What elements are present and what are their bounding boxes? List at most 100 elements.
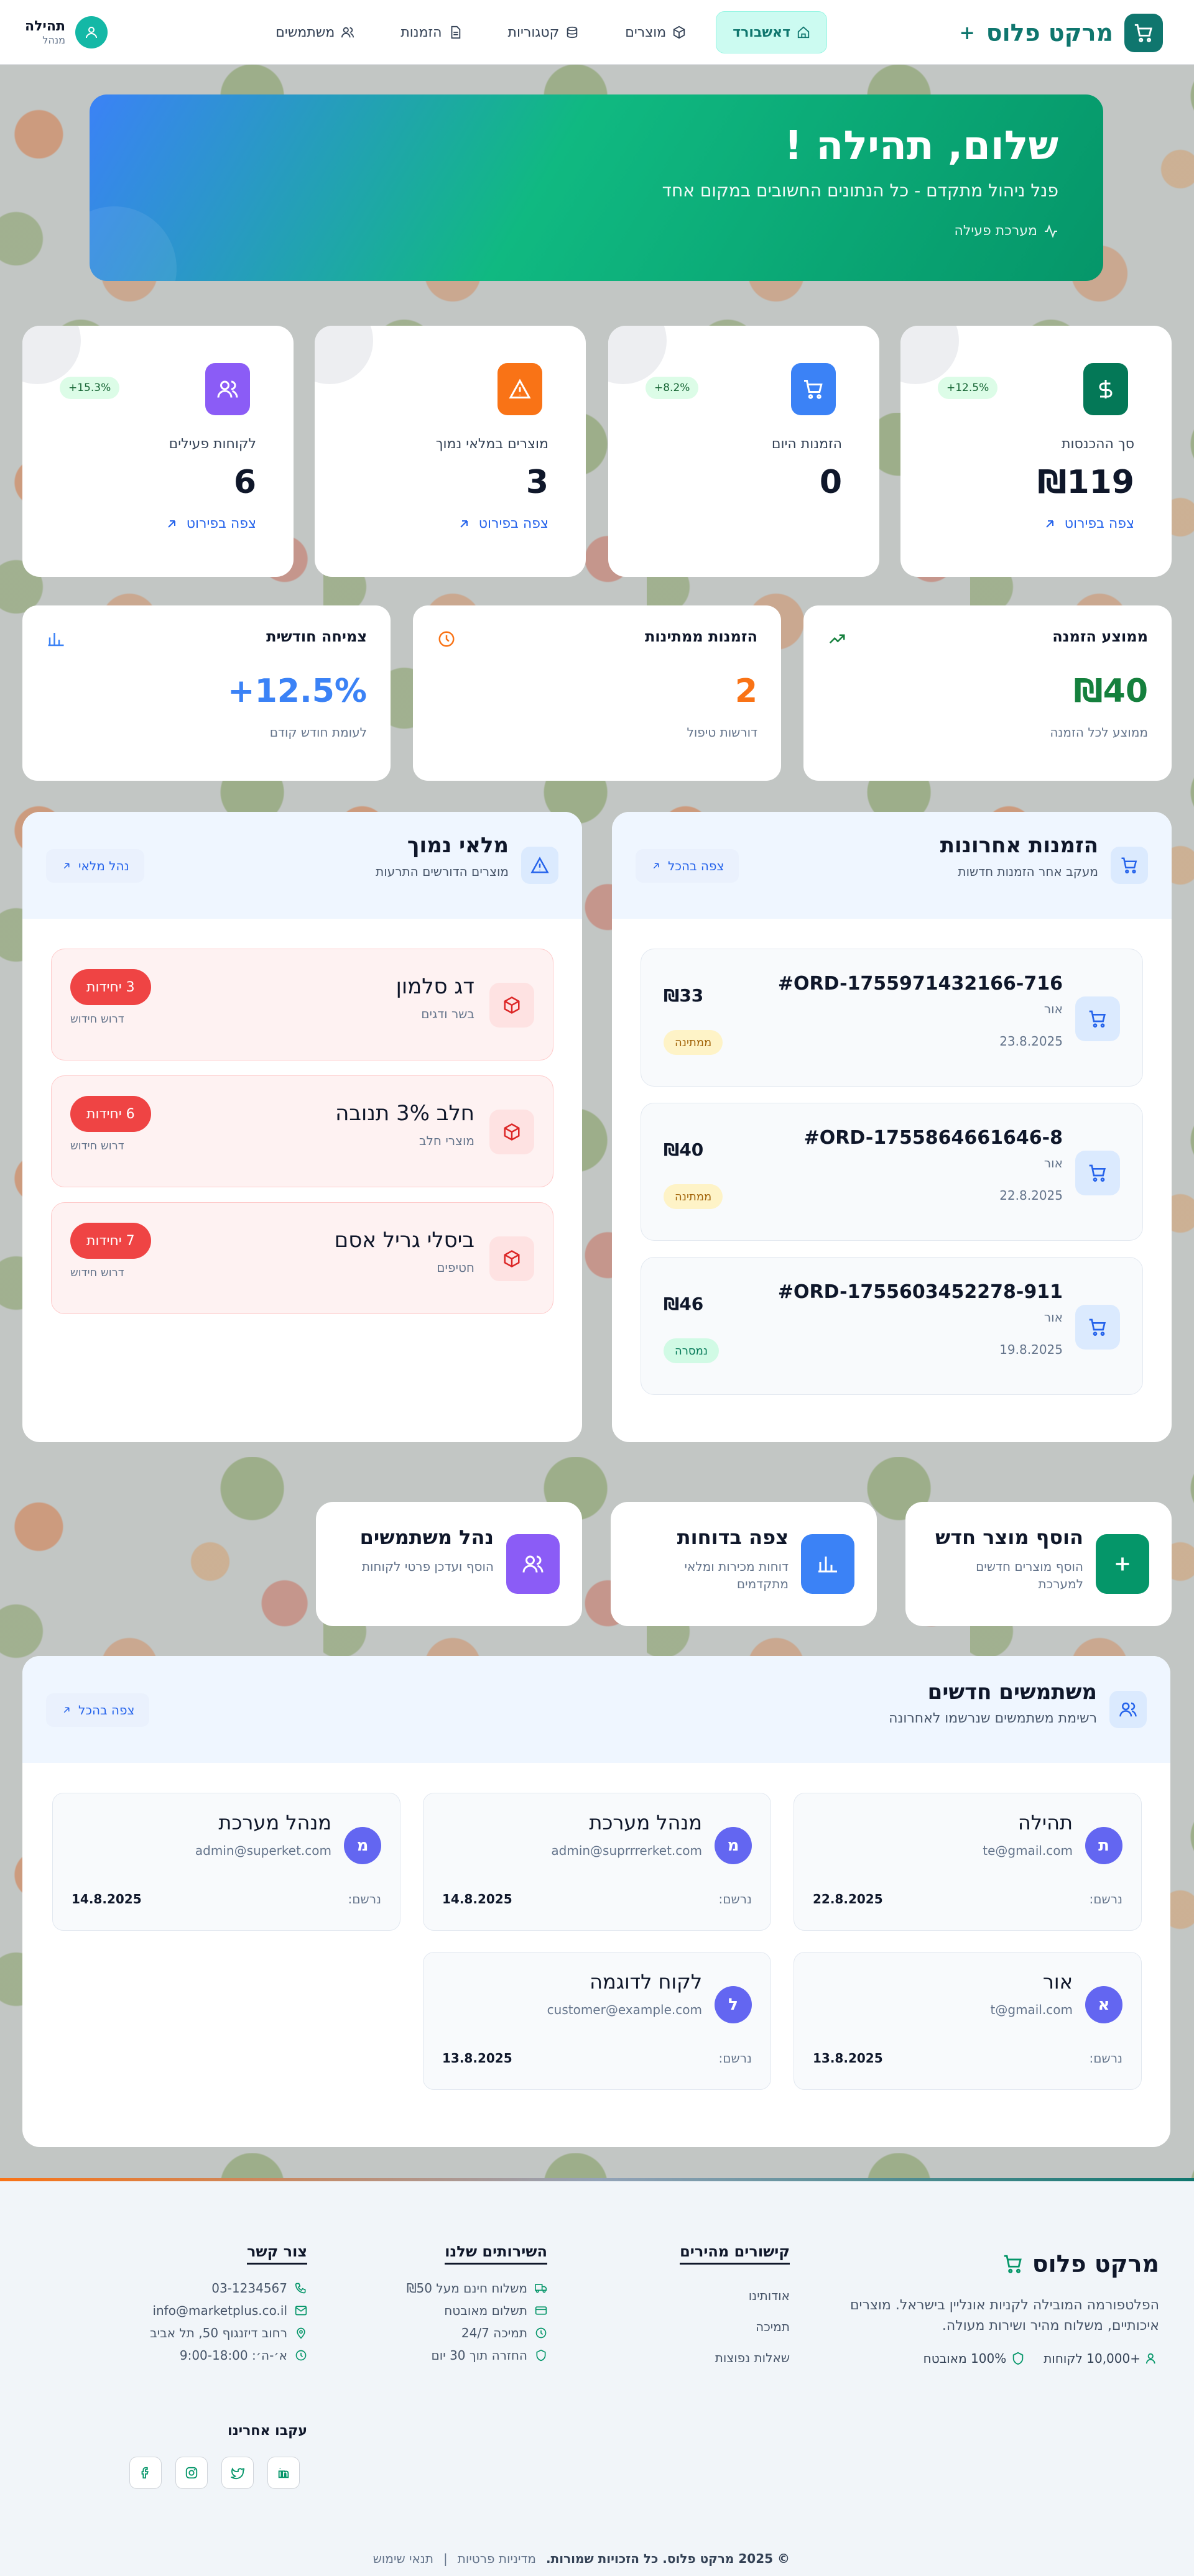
- low-stock-item[interactable]: חלב 3% תנובה מוצרי חלב 6 יחידות דרוש חיד…: [51, 1075, 553, 1187]
- trend-up-icon: [826, 628, 848, 650]
- low-stock-item[interactable]: ביסלי גריל אסם חטיפים 7 יחידות דרוש חידו…: [51, 1202, 553, 1314]
- bar-chart-icon: [801, 1534, 854, 1594]
- view-details-link[interactable]: צפה בפירוט: [456, 516, 548, 531]
- contact-phone[interactable]: 03-1234567: [150, 2281, 307, 2296]
- view-details-link[interactable]: צפה בפירוט: [164, 516, 256, 531]
- service-text: תשלום מאובטח: [444, 2303, 527, 2318]
- activity-icon: [1045, 224, 1057, 238]
- terms-link[interactable]: תנאי שימוש: [373, 2551, 433, 2566]
- panel-title: הזמנות אחרונות: [940, 833, 1098, 858]
- arrow-up-left-icon: [653, 863, 659, 869]
- secure-text: 100% מאובטח: [923, 2351, 1007, 2366]
- linkedin-icon[interactable]: [267, 2457, 300, 2489]
- card-subtitle: ממוצע לכל הזמנה: [1050, 725, 1148, 740]
- nav-categories[interactable]: קטגוריות: [492, 11, 596, 53]
- manage-users-action[interactable]: נהל משתמשים הוסף ועדכן פרטי לקוחות: [316, 1502, 582, 1626]
- view-details-link[interactable]: צפה בפירוט: [1042, 516, 1134, 531]
- nav-dashboard[interactable]: דאשבורד: [716, 11, 827, 53]
- footer-accent-line: [0, 2178, 1194, 2181]
- panel-header: [22, 1656, 1170, 1763]
- registered-date: 14.8.2025: [72, 1892, 142, 1907]
- contact-email[interactable]: info@marketplus.co.il: [150, 2303, 307, 2318]
- facebook-icon[interactable]: [129, 2457, 162, 2489]
- instagram-icon[interactable]: [175, 2457, 208, 2489]
- service-item: משלוח חינם מעל ₪50: [407, 2281, 547, 2296]
- footer-services: השירותים שלנו משלוח חינם מעל ₪50 תשלום מ…: [407, 2243, 547, 2370]
- footer-link[interactable]: תמיכה: [680, 2319, 790, 2334]
- growth-badge: +12.5%: [938, 377, 998, 399]
- map-pin-icon: [297, 2327, 305, 2339]
- service-text: משלוח חינם מעל ₪50: [406, 2281, 527, 2296]
- order-amount: ₪33: [664, 985, 704, 1006]
- nav-products[interactable]: מוצרים: [609, 11, 702, 53]
- footer-link[interactable]: שאלות נפוצות: [680, 2350, 790, 2365]
- user-role: מנהל: [42, 34, 66, 46]
- registered-date: 13.8.2025: [442, 2051, 512, 2066]
- user-name: לקוח לדוגמה: [590, 1970, 702, 1994]
- user-name: אור: [1042, 1970, 1073, 1994]
- panel-title: מלאי נמוך: [407, 833, 509, 858]
- stat-card-orders-today: +8.2% הזמנות היום 0: [608, 326, 879, 577]
- user-card[interactable]: מ מנהל מערכת admin@superket.com נרשם: 14…: [52, 1793, 400, 1931]
- welcome-subtitle: פנל ניהול מתקדם - כל הנתונים החשובים במק…: [662, 180, 1058, 201]
- brand-plus: +: [959, 22, 975, 44]
- bar-chart-icon: [45, 628, 67, 650]
- user-avatar: מ: [715, 1827, 752, 1864]
- brand-name: מרקט פלוס: [986, 19, 1113, 47]
- manage-stock-button[interactable]: נהל מלאי: [46, 849, 144, 883]
- stat-label: מוצרים במלאי נמוך: [435, 436, 548, 452]
- secure-stat: 100% מאובטח: [923, 2351, 1025, 2366]
- user-avatar: ל: [715, 1986, 752, 2023]
- separator: |: [443, 2551, 448, 2566]
- panel-subtitle: מוצרים הדורשים התרעות: [376, 864, 509, 879]
- order-row[interactable]: #ORD-1755971432166-716 אור 23.8.2025 ₪33…: [641, 949, 1143, 1087]
- view-all-orders-button[interactable]: צפה בהכל: [636, 849, 739, 883]
- user-email: t@gmail.com: [990, 2002, 1073, 2017]
- restock-note: דרוש חידוש: [70, 1139, 124, 1152]
- button-label: צפה בהכל: [668, 858, 724, 873]
- order-row[interactable]: #ORD-1755603452278-911 אור 19.8.2025 ₪46…: [641, 1257, 1143, 1395]
- panel-title: משתמשים חדשים: [927, 1680, 1097, 1704]
- view-reports-action[interactable]: צפה בדוחות דוחות מכירות ומלאי מתקדמים: [611, 1502, 877, 1626]
- nav-users[interactable]: משתמשים: [259, 11, 371, 53]
- add-product-action[interactable]: הוסף מוצר חדש הוסף מוצרים חדשים למערכת: [905, 1502, 1172, 1626]
- low-stock-item[interactable]: דג סלמון בשר ודגים 3 יחידות דרוש חידוש: [51, 949, 553, 1060]
- contact-text: רחוב דיזנגוף 50, תל אביב: [150, 2325, 287, 2340]
- user-menu[interactable]: תהילה מנהל: [25, 15, 108, 50]
- card-subtitle: לעומת חודש קודם: [269, 725, 367, 740]
- user-name: תהילה: [25, 19, 66, 34]
- site-footer: מרקט פלוס הפלטפורמה המובילה לקניות אונלי…: [0, 2178, 1194, 2576]
- units-badge: 6 יחידות: [70, 1096, 151, 1132]
- user-email: admin@suprrrerket.com: [551, 1843, 702, 1858]
- user-card[interactable]: ת תהילה te@gmail.com נרשם: 22.8.2025: [794, 1793, 1142, 1931]
- credit-card-icon: [535, 2306, 547, 2315]
- order-row[interactable]: #ORD-1755864661646-8 אור 22.8.2025 ₪40 מ…: [641, 1103, 1143, 1241]
- clock-icon: [535, 2327, 547, 2339]
- stat-label: סך ההכנסות: [1061, 436, 1134, 452]
- cart-icon: [791, 363, 836, 415]
- order-id: #ORD-1755864661646-8: [803, 1127, 1063, 1149]
- system-status-text: מערכת פעילה: [954, 223, 1037, 239]
- panel-subtitle: רשימת משתמשים שנרשמו לאחרונה: [889, 1711, 1097, 1726]
- contact-text: info@marketplus.co.il: [152, 2303, 287, 2318]
- user-card[interactable]: מ מנהל מערכת admin@suprrrerket.com נרשם:…: [423, 1793, 771, 1931]
- product-category: חטיפים: [437, 1260, 474, 1275]
- service-text: תמיכה 24/7: [461, 2325, 527, 2340]
- registered-label: נרשם:: [718, 2051, 752, 2066]
- view-all-users-button[interactable]: צפה בהכל: [46, 1693, 150, 1727]
- privacy-link[interactable]: מדיניות פרטיות: [458, 2551, 536, 2566]
- nav-orders[interactable]: הזמנות: [384, 11, 478, 53]
- cart-icon: [1075, 1305, 1120, 1350]
- action-title: הוסף מוצר חדש: [935, 1525, 1083, 1549]
- footer-link[interactable]: אודותינו: [680, 2288, 790, 2303]
- stat-card-low-stock: מוצרים במלאי נמוך 3 צפה בפירוט: [315, 326, 586, 577]
- user-card[interactable]: ל לקוח לדוגמה customer@example.com נרשם:…: [423, 1952, 771, 2090]
- footer-brand: מרקט פלוס הפלטפורמה המובילה לקניות אונלי…: [848, 2250, 1159, 2366]
- card-title: ממוצע הזמנה: [1052, 628, 1148, 645]
- panel-header: הזמנות אחרונות מעקב אחר הזמנות חדשות צפה…: [612, 812, 1172, 919]
- contact-text: א׳-ה׳: 9:00-18:00: [179, 2348, 287, 2363]
- twitter-icon[interactable]: [221, 2457, 254, 2489]
- brand-logo[interactable]: מרקט פלוס +: [960, 14, 1163, 52]
- user-card[interactable]: א אור t@gmail.com נרשם: 13.8.2025: [794, 1952, 1142, 2090]
- order-customer: אור: [1044, 1156, 1063, 1171]
